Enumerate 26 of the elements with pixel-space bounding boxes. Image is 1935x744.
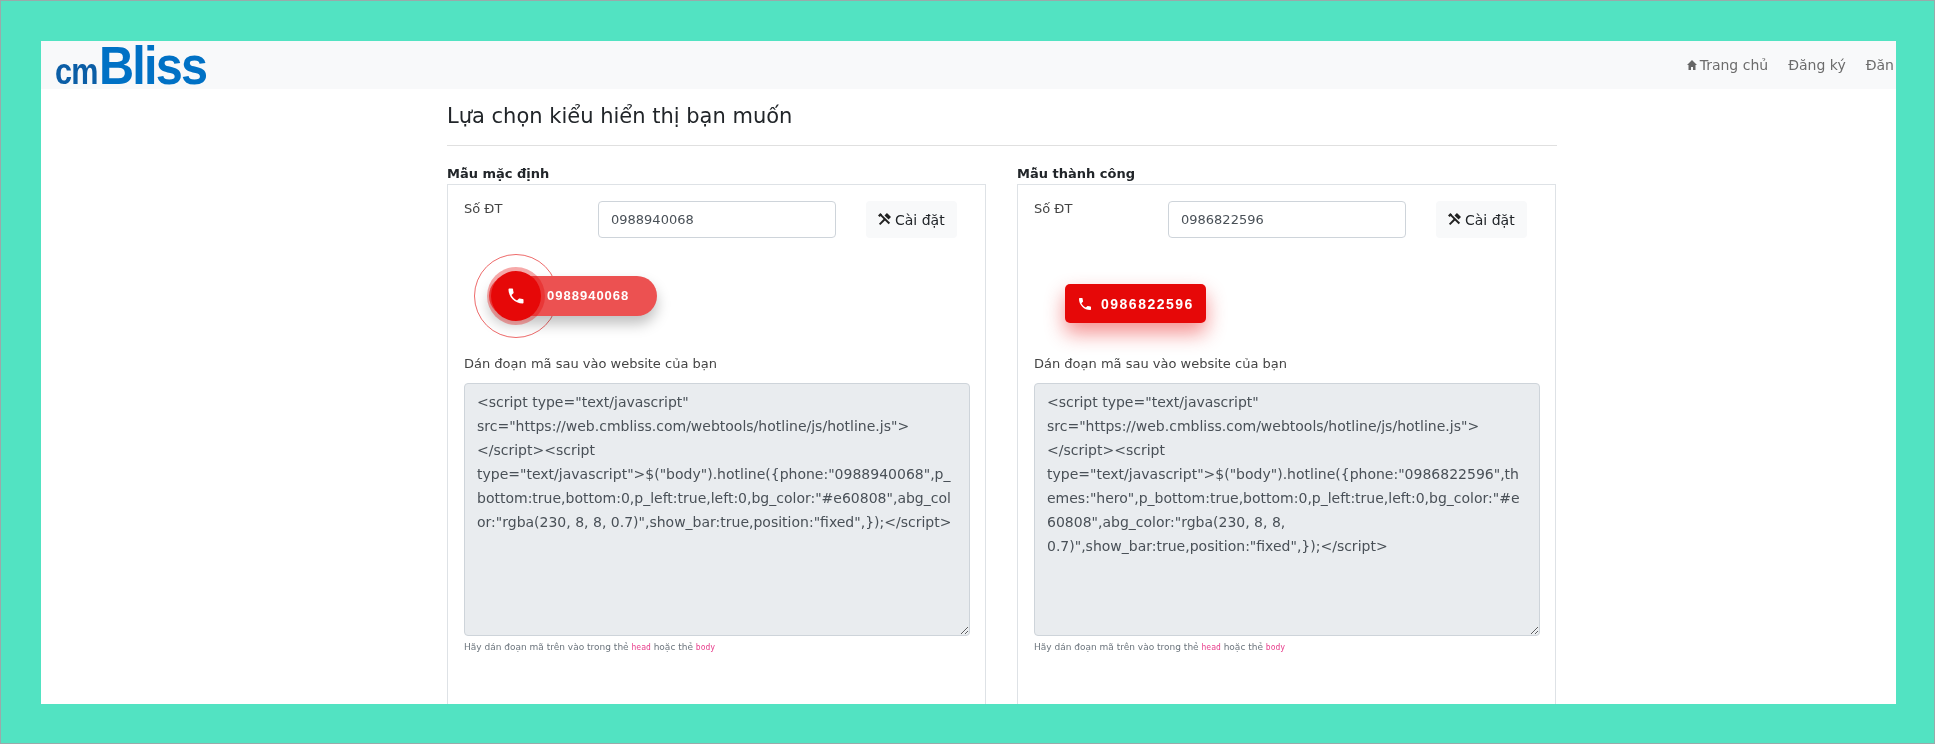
code-textarea[interactable]: <script type="text/javascript" src="https://web.cmbliss.com/webtools/hotline/js/hotline.js"></script><script type="text/javascript">$("body").hotline({phone:"0988940068",p_bottom:true,bottom:0,p_left:true,left:0,bg_color:"#e60808",abg_color:"rgba(230, 8, 8, 0.7)",show_bar:true,position:"fixed",});</script> [464,383,970,636]
hint-text: Hãy dán đoạn mã trên vào trong thẻ head hoặc thẻ body [1034,642,1287,652]
settings-button[interactable]: Cài đặt [1436,201,1527,238]
hint-text: Hãy dán đoạn mã trên vào trong thẻ head hoặc thẻ body [464,642,717,652]
field-label: Số ĐT [464,201,504,216]
tools-icon [878,213,891,226]
phone-icon [506,286,526,306]
page-title: Lựa chọn kiểu hiển thị bạn muốn [447,89,1557,146]
card-heading: Mẫu mặc định [447,166,551,181]
tools-icon [1448,213,1461,226]
code-textarea[interactable]: <script type="text/javascript" src="https://web.cmbliss.com/webtools/hotline/js/hotline.js"></script><script type="text/javascript">$("body").hotline({phone:"0986822596",themes:"hero",p_bottom:true,bottom:0,p_left:true,left:0,bg_color:"#e60808",abg_color:"rgba(230, 8, 8, 0.7)",show_bar:true,position:"fixed",});</script> [1034,383,1540,636]
nav-link[interactable]: Đăn [1865,57,1894,73]
nav-link[interactable]: Đăng ký [1788,57,1846,73]
code-label: Dán đoạn mã sau vào website của bạn [1034,356,1288,371]
phone-icon [1077,295,1093,312]
nav-link[interactable]: Trang chủ [1686,57,1769,73]
settings-button[interactable]: Cài đặt [866,201,957,238]
card-heading: Mẫu thành công [1017,166,1136,181]
home-icon [1686,60,1697,70]
hotline-button[interactable]: 0986822596 [1065,284,1206,323]
phone-input[interactable]: 0988940068 [598,201,836,238]
logo[interactable]: cmBliss [55,41,219,89]
field-label: Số ĐT [1034,201,1074,216]
code-label: Dán đoạn mã sau vào website của bạn [464,356,718,371]
hotline-button[interactable]: 0988940068 [474,254,657,338]
phone-input[interactable]: 0986822596 [1168,201,1406,238]
